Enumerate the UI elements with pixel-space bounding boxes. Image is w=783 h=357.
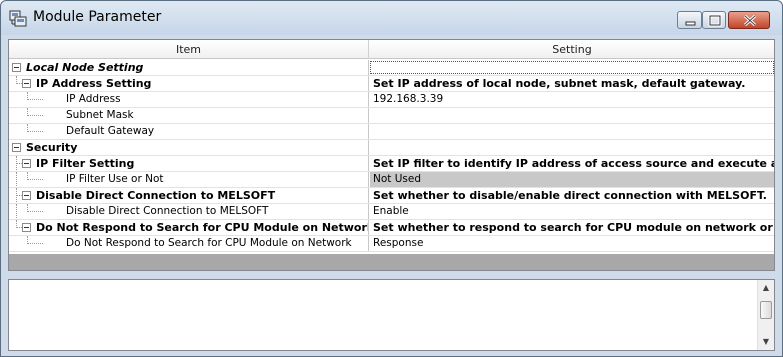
scroll-up-arrow-icon[interactable]: ▲ (758, 280, 774, 296)
grid-header: Item Setting (9, 40, 774, 59)
tree-row-do-not-respond[interactable]: Do Not Respond to Search for CPU Module … (9, 236, 774, 252)
tree-label: Local Node Setting (26, 61, 144, 74)
tree-label: IP Address (66, 93, 121, 105)
setting-description-cell: Set IP address of local node, subnet mas… (373, 77, 746, 90)
tree-row-do-not-respond-group[interactable]: Do Not Respond to Search for CPU Module … (9, 220, 774, 236)
subnet-mask-input[interactable] (370, 108, 774, 123)
collapse-icon[interactable] (22, 79, 31, 88)
setting-description-cell: Set whether to respond to search for CPU… (373, 221, 774, 234)
grid-footer-bar (9, 254, 774, 270)
tree-label: IP Address Setting (36, 77, 152, 90)
column-header-setting[interactable]: Setting (370, 40, 774, 59)
tree-label: Do Not Respond to Search for CPU Module … (36, 221, 369, 234)
ip-filter-use-select[interactable]: Not Used (370, 172, 774, 187)
title-bar: Module Parameter (1, 1, 782, 35)
tree-row-ip-filter-setting[interactable]: IP Filter Setting Set IP filter to ident… (9, 156, 774, 172)
tree-label: Do Not Respond to Search for CPU Module … (66, 237, 352, 249)
tree-row-disable-direct-connection[interactable]: Disable Direct Connection to MELSOFT Ena… (9, 204, 774, 220)
tree-row-ip-address-setting[interactable]: IP Address Setting Set IP address of loc… (9, 76, 774, 92)
collapse-icon[interactable] (22, 191, 31, 200)
column-header-item[interactable]: Item (9, 40, 369, 59)
tree-label: Security (26, 141, 78, 154)
collapse-icon[interactable] (22, 159, 31, 168)
close-button[interactable] (728, 11, 770, 29)
parameter-grid: Item Setting Local Node Setting IP Addre… (8, 39, 775, 271)
tree-label: IP Filter Setting (36, 157, 135, 170)
collapse-icon[interactable] (12, 63, 21, 72)
tree-row-ip-address[interactable]: IP Address 192.168.3.39 (9, 92, 774, 108)
maximize-icon (708, 14, 722, 27)
tree-label: IP Filter Use or Not (66, 173, 164, 185)
default-gateway-input[interactable] (370, 124, 774, 139)
tree-row-disable-direct-connection-group[interactable]: Disable Direct Connection to MELSOFT Set… (9, 188, 774, 204)
do-not-respond-select[interactable]: Response (370, 236, 774, 251)
module-parameter-window: Module Parameter Item Setting Local Node… (0, 0, 783, 357)
setting-description-cell: Set IP filter to identify IP address of … (373, 157, 774, 170)
collapse-icon[interactable] (22, 223, 31, 232)
tree-row-security[interactable]: Security (9, 140, 774, 156)
setting-cell (370, 140, 774, 155)
description-pane: ▲ ▼ (8, 279, 775, 351)
tree-row-local-node-setting[interactable]: Local Node Setting (9, 60, 774, 76)
tree-label: Disable Direct Connection to MELSOFT (36, 189, 276, 202)
tree-label: Subnet Mask (66, 109, 134, 121)
window-title: Module Parameter (33, 9, 162, 25)
collapse-icon[interactable] (12, 143, 21, 152)
minimize-button[interactable] (677, 11, 702, 29)
close-icon (743, 14, 757, 27)
tree-label: Default Gateway (66, 125, 155, 137)
scroll-down-arrow-icon[interactable]: ▼ (758, 334, 774, 350)
setting-cell[interactable] (370, 61, 774, 74)
tree-label: Disable Direct Connection to MELSOFT (66, 205, 269, 217)
module-parameter-icon (9, 10, 27, 27)
scroll-thumb[interactable] (760, 301, 772, 319)
tree-row-default-gateway[interactable]: Default Gateway (9, 124, 774, 140)
tree-row-subnet-mask[interactable]: Subnet Mask (9, 108, 774, 124)
minimize-icon (685, 21, 696, 26)
disable-direct-connection-select[interactable]: Enable (370, 204, 774, 219)
description-scrollbar[interactable]: ▲ ▼ (757, 280, 774, 350)
setting-description-cell: Set whether to disable/enable direct con… (373, 189, 767, 202)
ip-address-input[interactable]: 192.168.3.39 (370, 92, 774, 107)
tree-row-ip-filter-use[interactable]: IP Filter Use or Not Not Used (9, 172, 774, 188)
maximize-button[interactable] (702, 11, 726, 29)
